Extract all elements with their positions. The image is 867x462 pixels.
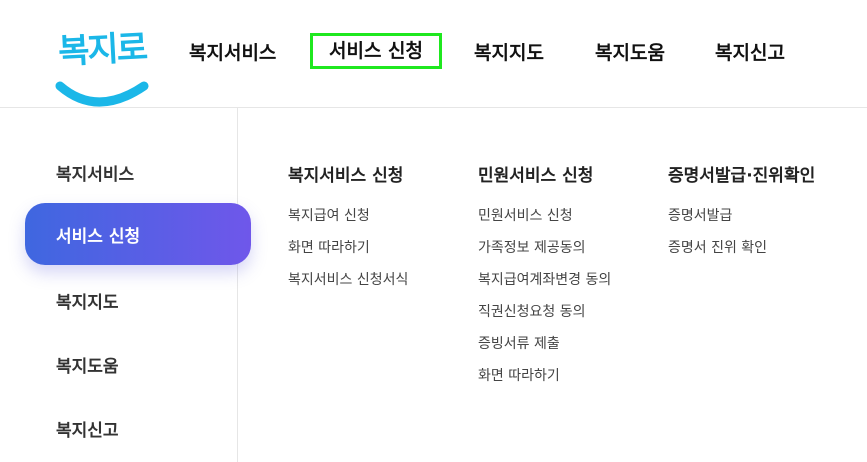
bokjiro-logo[interactable]: 복지로 — [52, 20, 152, 110]
column-title: 복지서비스 신청 — [288, 166, 404, 186]
site-header: 복지로 복지서비스 서비스 신청 복지지도 복지도움 복지신고 — [0, 0, 867, 108]
gnb-item-service-apply[interactable]: 서비스 신청 — [310, 33, 443, 69]
column-title: 민원서비스 신청 — [478, 166, 594, 186]
sidebar-item-welfare-help[interactable]: 복지도움 — [56, 352, 119, 377]
sidebar-item-welfare-report[interactable]: 복지신고 — [56, 416, 119, 441]
submenu-link[interactable]: 화면 따라하기 — [478, 365, 560, 385]
sidebar-item-welfare-map[interactable]: 복지지도 — [56, 288, 119, 313]
sidebar-item-label: 서비스 신청 — [56, 227, 141, 247]
gnb-item-welfare-service[interactable]: 복지서비스 — [189, 36, 276, 70]
gnb-item-welfare-help[interactable]: 복지도움 — [595, 36, 665, 70]
sidebar-divider — [237, 108, 238, 462]
submenu-link[interactable]: 복지급여 신청 — [288, 205, 370, 225]
submenu-link[interactable]: 복지서비스 신청서식 — [288, 269, 408, 289]
sidebar-item-welfare-service[interactable]: 복지서비스 — [56, 160, 134, 185]
gnb-item-welfare-map[interactable]: 복지지도 — [474, 36, 544, 70]
gnb-item-welfare-report[interactable]: 복지신고 — [715, 36, 785, 70]
submenu-link[interactable]: 가족정보 제공동의 — [478, 237, 586, 257]
submenu-link[interactable]: 직권신청요청 동의 — [478, 301, 586, 321]
column-title: 증명서발급·진위확인 — [668, 166, 816, 186]
submenu-link[interactable]: 증명서 진위 확인 — [668, 237, 767, 257]
submenu-link[interactable]: 증빙서류 제출 — [478, 333, 560, 353]
submenu-link[interactable]: 화면 따라하기 — [288, 237, 370, 257]
submenu-link[interactable]: 증명서발급 — [668, 205, 732, 225]
submenu-link[interactable]: 민원서비스 신청 — [478, 205, 573, 225]
submenu-link[interactable]: 복지급여계좌변경 동의 — [478, 269, 611, 289]
logo-smile-icon — [55, 81, 149, 107]
sidebar-item-service-apply[interactable]: 서비스 신청 — [25, 203, 251, 265]
